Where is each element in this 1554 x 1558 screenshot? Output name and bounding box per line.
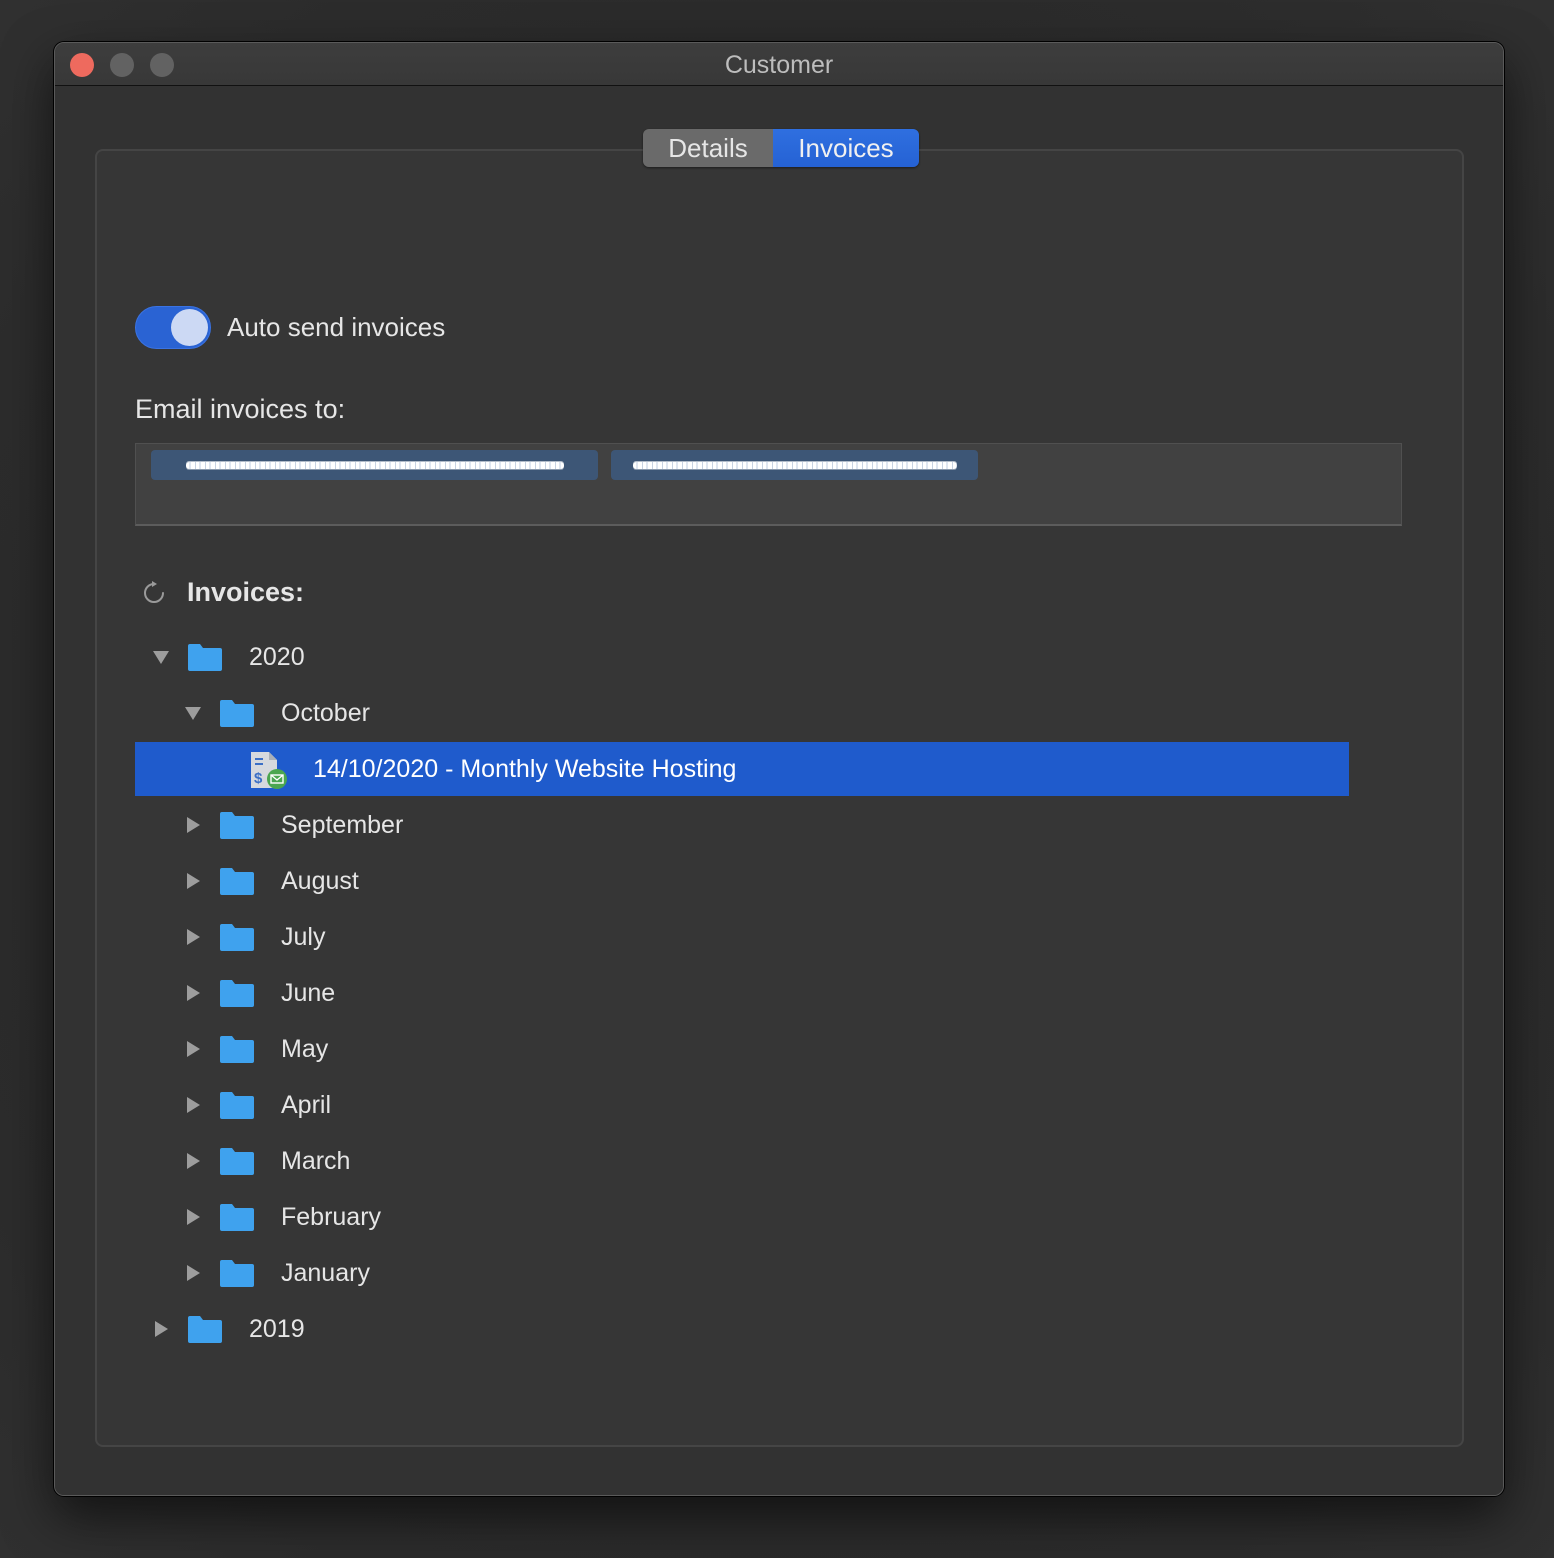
- folder-icon: [220, 812, 254, 839]
- chevron-right-icon[interactable]: [183, 871, 203, 891]
- folder-label: July: [281, 922, 326, 951]
- invoices-tree: 2020 October $14/10/2020 - Monthly Website…: [135, 629, 1349, 1357]
- folder-icon: [220, 1092, 254, 1119]
- folder-icon: [220, 1260, 254, 1287]
- folder-row[interactable]: May: [135, 1021, 1349, 1077]
- folder-row[interactable]: March: [135, 1133, 1349, 1189]
- folder-icon: [188, 644, 222, 671]
- folder-label: September: [281, 810, 404, 839]
- folder-label: April: [281, 1090, 332, 1119]
- invoices-header: Invoices:: [141, 577, 304, 608]
- folder-row[interactable]: June: [135, 965, 1349, 1021]
- chevron-right-icon[interactable]: [183, 983, 203, 1003]
- folder-icon: [188, 1316, 222, 1343]
- folder-label: 2019: [249, 1314, 305, 1343]
- chevron-right-icon[interactable]: [183, 927, 203, 947]
- folder-row[interactable]: July: [135, 909, 1349, 965]
- folder-row[interactable]: 2020: [135, 629, 1349, 685]
- tab-details[interactable]: Details: [643, 129, 773, 167]
- toggle-knob: [171, 309, 208, 346]
- redacted-email-text: [185, 461, 564, 469]
- folder-icon: [220, 700, 254, 727]
- folder-row[interactable]: October: [135, 685, 1349, 741]
- folder-icon: [220, 1036, 254, 1063]
- chevron-right-icon[interactable]: [183, 1095, 203, 1115]
- folder-label: May: [281, 1034, 329, 1063]
- folder-label: January: [281, 1258, 370, 1287]
- folder-row[interactable]: 2019: [135, 1301, 1349, 1357]
- folder-icon: [220, 868, 254, 895]
- window-title: Customer: [724, 51, 834, 79]
- folder-label: October: [281, 698, 370, 727]
- email-token[interactable]: [151, 450, 598, 480]
- invoice-label: 14/10/2020 - Monthly Website Hosting: [313, 754, 737, 783]
- folder-label: August: [281, 866, 359, 895]
- folder-row[interactable]: January: [135, 1245, 1349, 1301]
- invoices-title: Invoices:: [187, 577, 305, 607]
- title-bar: Customer: [55, 43, 1503, 86]
- invoice-emailed-icon: $: [251, 752, 287, 789]
- customer-window: Customer Details Invoices Auto send invo…: [54, 42, 1504, 1496]
- folder-icon: [220, 1204, 254, 1231]
- chevron-down-icon[interactable]: [183, 703, 203, 723]
- folder-row[interactable]: September: [135, 797, 1349, 853]
- auto-send-toggle[interactable]: [135, 306, 211, 349]
- email-invoices-label: Email invoices to:: [135, 394, 346, 424]
- chevron-right-icon[interactable]: [151, 1319, 171, 1339]
- chevron-right-icon[interactable]: [183, 815, 203, 835]
- invoice-row[interactable]: $14/10/2020 - Monthly Website Hosting: [135, 742, 1349, 796]
- folder-label: 2020: [249, 642, 305, 671]
- chevron-right-icon[interactable]: [183, 1151, 203, 1171]
- refresh-icon[interactable]: [141, 580, 167, 606]
- email-token[interactable]: [611, 450, 978, 480]
- folder-row[interactable]: August: [135, 853, 1349, 909]
- folder-icon: [220, 1148, 254, 1175]
- tab-switcher: Details Invoices: [643, 129, 919, 167]
- chevron-right-icon[interactable]: [183, 1263, 203, 1283]
- chevron-right-icon[interactable]: [183, 1207, 203, 1227]
- auto-send-label: Auto send invoices: [227, 312, 446, 342]
- window-content: Details Invoices Auto send invoices Emai…: [55, 87, 1503, 1495]
- folder-label: February: [281, 1202, 382, 1231]
- svg-text:$: $: [254, 770, 263, 787]
- chevron-right-icon[interactable]: [183, 1039, 203, 1059]
- folder-label: June: [281, 978, 336, 1007]
- folder-row[interactable]: April: [135, 1077, 1349, 1133]
- chevron-down-icon[interactable]: [151, 647, 171, 667]
- email-recipients-field[interactable]: [135, 443, 1402, 526]
- folder-label: March: [281, 1146, 351, 1175]
- auto-send-row: Auto send invoices: [135, 306, 445, 349]
- folder-icon: [220, 980, 254, 1007]
- redacted-email-text: [632, 461, 957, 469]
- tab-invoices[interactable]: Invoices: [773, 129, 919, 167]
- folder-icon: [220, 924, 254, 951]
- folder-row[interactable]: February: [135, 1189, 1349, 1245]
